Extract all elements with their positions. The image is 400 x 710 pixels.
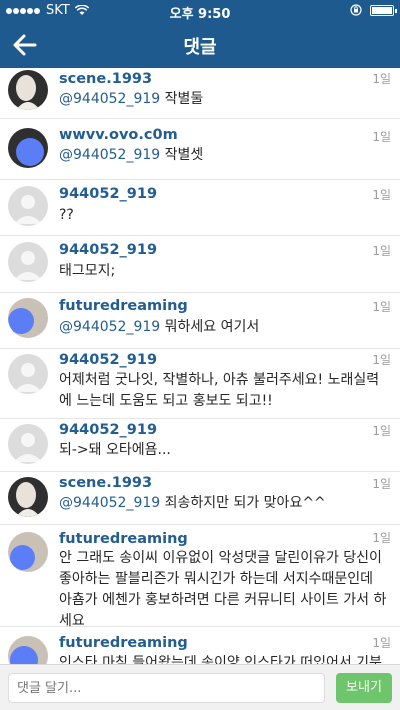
comment-composer: 보내기 <box>0 664 400 710</box>
avatar[interactable] <box>8 70 48 110</box>
orientation-lock-icon <box>350 4 362 16</box>
send-button[interactable]: 보내기 <box>336 673 392 703</box>
comment-text: 안 그래도 송이씨 이유없이 악성댓글 달린이유가 당신이 좋아하는 팔블리즌가… <box>59 548 390 632</box>
comment-text: @944052_919 작별둘 <box>59 89 390 110</box>
comment-time: 1일 <box>372 531 391 545</box>
avatar[interactable] <box>8 128 48 168</box>
status-time: 오후 9:50 <box>169 7 231 22</box>
comment-body: 인스타 마침 들어왔는데 송이양 인스타가 떠있어서 기분 <box>59 655 382 664</box>
comment-body: 작별둘 <box>160 91 204 107</box>
comment-text: @944052_919 뭐하세요 여기서 <box>59 317 390 338</box>
comment-username[interactable]: 944052_919 <box>59 186 157 202</box>
comment-username[interactable]: futuredreaming <box>59 531 188 547</box>
status-bar: SKT 오후 9:50 <box>0 0 400 22</box>
comment-item[interactable]: 944052_919 ?? 1일 <box>0 180 400 236</box>
comment-mention[interactable]: @944052_919 <box>59 147 160 163</box>
comment-item[interactable]: wwvv.ovo.c0m @944052_919 작별셋 1일 <box>0 119 400 180</box>
comment-item[interactable]: futuredreaming 안 그래도 송이씨 이유없이 악성댓글 달린이유가… <box>0 525 400 629</box>
comment-username[interactable]: wwvv.ovo.c0m <box>59 127 178 143</box>
avatar[interactable] <box>8 242 48 282</box>
comment-time: 1일 <box>372 188 391 202</box>
comment-item[interactable]: 944052_919 되->돼 오타에욤... 1일 <box>0 419 400 472</box>
comment-text: 어제처럼 굿나잇, 작별하나, 아츄 불러주세요! 노래실력에 느는데 도움도 … <box>59 370 390 412</box>
comment-mention[interactable]: @944052_919 <box>59 495 160 511</box>
comment-item[interactable]: 944052_919 태그모지; 1일 <box>0 236 400 293</box>
comment-time: 1일 <box>372 636 391 650</box>
comment-username[interactable]: 944052_919 <box>59 352 157 368</box>
comment-text: 태그모지; <box>59 261 390 282</box>
avatar[interactable] <box>8 354 48 394</box>
status-right <box>350 4 397 16</box>
comment-item[interactable]: scene.1993 @944052_919 작별둘 1일 <box>0 68 400 119</box>
comment-input[interactable] <box>8 673 325 703</box>
battery-icon <box>370 4 397 16</box>
nav-bar: 댓글 <box>0 22 400 68</box>
comment-text: @944052_919 죄송하지만 되가 맞아요^^ <box>59 493 390 514</box>
avatar[interactable] <box>8 532 48 572</box>
comment-time: 1일 <box>372 477 391 491</box>
comment-username[interactable]: 944052_919 <box>59 422 157 438</box>
comment-time: 1일 <box>372 244 391 258</box>
comment-item[interactable]: futuredreaming 인스타 마침 들어왔는데 송이양 인스타가 떠있어… <box>0 627 400 664</box>
comment-username[interactable]: scene.1993 <box>59 475 152 491</box>
comment-time: 1일 <box>372 130 391 144</box>
page-title: 댓글 <box>183 37 217 58</box>
comment-body: 뭐하세요 여기서 <box>160 319 260 335</box>
comment-mention[interactable]: @944052_919 <box>59 319 160 335</box>
comment-text: ?? <box>59 205 390 226</box>
comment-text: 인스타 마침 들어왔는데 송이양 인스타가 떠있어서 기분 <box>59 653 390 664</box>
comment-list[interactable]: scene.1993 @944052_919 작별둘 1일 wwvv.ovo.c… <box>0 68 400 664</box>
comment-time: 1일 <box>372 424 391 438</box>
avatar[interactable] <box>8 424 48 464</box>
comment-text: 되->돼 오타에욤... <box>59 440 390 461</box>
comment-mention[interactable]: @944052_919 <box>59 91 160 107</box>
comment-text: @944052_919 작별셋 <box>59 145 390 166</box>
comment-body: 태그모지; <box>59 263 116 279</box>
comment-item[interactable]: scene.1993 @944052_919 죄송하지만 되가 맞아요^^ 1일 <box>0 472 400 525</box>
avatar[interactable] <box>8 636 48 664</box>
comment-body: 어제처럼 굿나잇, 작별하나, 아츄 불러주세요! 노래실력에 느는데 도움도 … <box>59 372 380 409</box>
comment-time: 1일 <box>372 72 391 86</box>
avatar[interactable] <box>8 477 48 517</box>
comment-body: 작별셋 <box>160 147 204 163</box>
comment-username[interactable]: futuredreaming <box>59 298 188 314</box>
comment-body: 죄송하지만 되가 맞아요^^ <box>160 495 326 511</box>
comment-username[interactable]: scene.1993 <box>59 71 152 87</box>
comment-item[interactable]: futuredreaming @944052_919 뭐하세요 여기서 1일 <box>0 293 400 349</box>
comment-time: 1일 <box>372 353 391 367</box>
comment-body: 안 그래도 송이씨 이유없이 악성댓글 달린이유가 당신이 좋아하는 팔블리즌가… <box>59 550 387 629</box>
comment-body: 되->돼 오타에욤... <box>59 442 171 458</box>
comment-username[interactable]: futuredreaming <box>59 635 188 651</box>
avatar[interactable] <box>8 186 48 226</box>
comment-body: ?? <box>59 207 74 223</box>
avatar[interactable] <box>8 298 48 338</box>
comment-username[interactable]: 944052_919 <box>59 242 157 258</box>
comment-item[interactable]: 944052_919 어제처럼 굿나잇, 작별하나, 아츄 불러주세요! 노래실… <box>0 349 400 419</box>
comment-time: 1일 <box>372 300 391 314</box>
